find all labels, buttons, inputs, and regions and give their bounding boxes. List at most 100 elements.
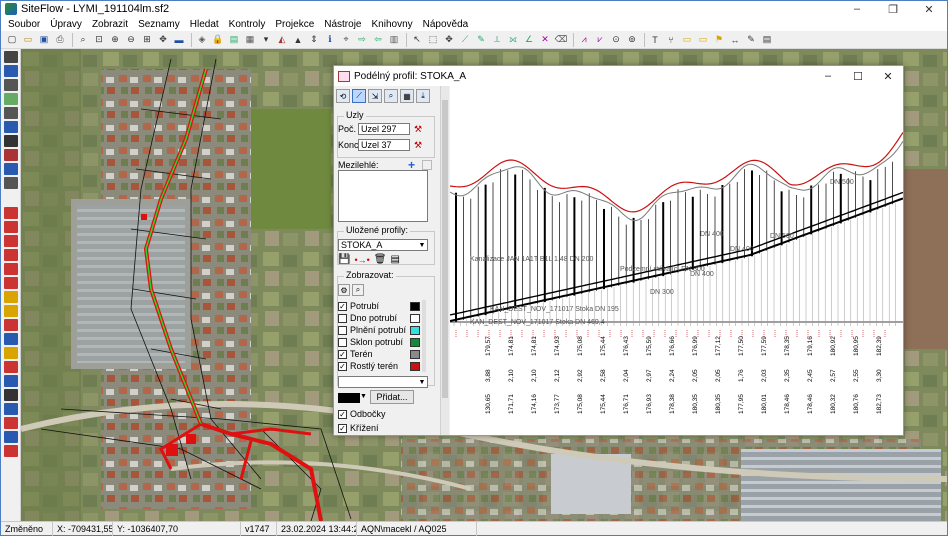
left-tool-10-icon[interactable] xyxy=(4,177,18,189)
left-tool-2-icon[interactable] xyxy=(4,65,18,77)
profile-view[interactable]: Kanalizace JAN 1A1T B1L 1.48 DN 200 Podze… xyxy=(450,86,903,435)
left-tool-22-icon[interactable] xyxy=(4,361,18,373)
left-tool-4-icon[interactable] xyxy=(4,93,18,105)
layer-icon[interactable]: ◈ xyxy=(195,33,209,47)
dialog-maximize-button[interactable]: ☐ xyxy=(843,66,873,86)
layer-list-scrollbar[interactable] xyxy=(422,300,426,372)
flag-icon[interactable]: ⚑ xyxy=(712,33,726,47)
zoom-out-icon[interactable]: ⊖ xyxy=(124,33,138,47)
menu-hledat[interactable]: Hledat xyxy=(185,19,224,30)
layer-color-swatch[interactable] xyxy=(410,313,420,323)
left-tool-3-icon[interactable] xyxy=(4,79,18,91)
minimize-button[interactable]: – xyxy=(839,1,875,17)
menu-projekce[interactable]: Projekce xyxy=(270,19,319,30)
left-tool-25-icon[interactable] xyxy=(4,403,18,415)
intermediate-nodes-list[interactable] xyxy=(338,170,428,222)
save-icon[interactable]: ▣ xyxy=(37,33,51,47)
left-tool-8-icon[interactable] xyxy=(4,149,18,161)
select-icon[interactable]: ↖ xyxy=(410,33,424,47)
layer-type-select[interactable]: ▼ xyxy=(338,376,428,388)
pipe-angle-icon[interactable]: ∠ xyxy=(522,33,536,47)
pan-icon[interactable]: ✥ xyxy=(156,33,170,47)
select-rect-icon[interactable]: ⬚ xyxy=(426,33,440,47)
left-tool-7-icon[interactable] xyxy=(4,135,18,147)
open-folder-icon[interactable]: ▭ xyxy=(21,33,35,47)
layer-checkbox[interactable] xyxy=(338,337,347,347)
left-tool-20-icon[interactable] xyxy=(4,333,18,345)
info-icon[interactable]: ℹ xyxy=(323,33,337,47)
display-pick-icon[interactable]: ⚙ xyxy=(338,284,350,296)
layer-color-swatch[interactable] xyxy=(410,325,420,335)
move-icon[interactable]: ✥ xyxy=(442,33,456,47)
left-tool-26-icon[interactable] xyxy=(4,417,18,429)
profile-zoom-icon[interactable]: ⌕ xyxy=(384,89,398,103)
label-edit-icon[interactable]: ▭ xyxy=(696,33,710,47)
close-button[interactable]: ✕ xyxy=(911,1,947,17)
dialog-minimize-button[interactable]: – xyxy=(813,66,843,86)
print-setup-icon[interactable]: ▥ xyxy=(387,33,401,47)
left-tool-23-icon[interactable] xyxy=(4,375,18,387)
zoom-in-icon[interactable]: ⊕ xyxy=(108,33,122,47)
profile-pipe-icon[interactable]: ⟋ xyxy=(352,89,366,103)
profile-list-icon[interactable]: ▤ xyxy=(390,254,399,265)
saved-profile-select[interactable]: STOKA_A ▼ xyxy=(338,239,428,251)
left-tool-19-icon[interactable] xyxy=(4,319,18,331)
export-icon[interactable]: ⇨ xyxy=(355,33,369,47)
color-chevron-icon[interactable]: ▼ xyxy=(360,393,367,400)
cross-icon[interactable]: ✕ xyxy=(538,33,552,47)
layer-color-swatch[interactable] xyxy=(410,349,420,359)
profile-select-icon[interactable]: ⇲ xyxy=(368,89,382,103)
layer-checkbox[interactable]: ✓ xyxy=(338,301,347,311)
dialog-title-bar[interactable]: Podélný profil: STOKA_A – ☐ ✕ xyxy=(334,66,903,86)
layer-color-swatch[interactable] xyxy=(410,301,420,311)
dim-icon[interactable]: ↔ xyxy=(728,33,742,47)
zoom-window-icon[interactable]: ⊡ xyxy=(92,33,106,47)
left-tool-17-icon[interactable] xyxy=(4,291,18,303)
layer-checkbox[interactable]: ✓ xyxy=(338,349,347,359)
dropdown-icon[interactable]: ▾ xyxy=(259,33,273,47)
new-file-icon[interactable]: ▢ xyxy=(5,33,19,47)
menu-napoveda[interactable]: Nápověda xyxy=(418,19,474,30)
profile-edit-icon[interactable]: ⩗ xyxy=(593,33,607,47)
pipe-edit-icon[interactable]: ✎ xyxy=(474,33,488,47)
left-tool-18-icon[interactable] xyxy=(4,305,18,317)
doc-icon[interactable]: ▤ xyxy=(760,33,774,47)
save-profile-icon[interactable]: 💾 xyxy=(338,254,350,265)
layer-checkbox[interactable] xyxy=(338,325,347,335)
left-tool-24-icon[interactable] xyxy=(4,389,18,401)
node-edit-icon[interactable]: ⊚ xyxy=(625,33,639,47)
table-icon[interactable]: ▦ xyxy=(243,33,257,47)
end-node-field[interactable]: Uzel 37 xyxy=(358,139,410,151)
branch-icon[interactable]: ⑂ xyxy=(664,33,678,47)
left-tool-12-icon[interactable] xyxy=(4,221,18,233)
menu-zobrazit[interactable]: Zobrazit xyxy=(87,19,133,30)
print-icon[interactable]: ⎙ xyxy=(53,33,67,47)
menu-upravy[interactable]: Úpravy xyxy=(45,19,87,30)
left-tool-9-icon[interactable] xyxy=(4,163,18,175)
menu-seznamy[interactable]: Seznamy xyxy=(133,19,185,30)
tag-icon[interactable]: ▤ xyxy=(227,33,241,47)
menu-knihovny[interactable]: Knihovny xyxy=(367,19,418,30)
ruler-icon[interactable]: ▬ xyxy=(172,33,186,47)
branches-checkbox[interactable]: ✓ xyxy=(338,409,347,419)
profile-canvas[interactable]: Kanalizace JAN 1A1T B1L 1.48 DN 200Podze… xyxy=(450,86,903,435)
delete-profile-icon[interactable]: 🗑 xyxy=(374,254,387,265)
left-tool-6-icon[interactable] xyxy=(4,121,18,133)
display-search-icon[interactable]: ⌕ xyxy=(352,284,364,296)
settings-scrollbar[interactable] xyxy=(440,86,449,435)
map-icon[interactable]: ◭ xyxy=(275,33,289,47)
pipe-join-icon[interactable]: ⟗ xyxy=(506,33,520,47)
menu-nastroje[interactable]: Nástroje xyxy=(319,19,366,30)
left-tool-1-icon[interactable] xyxy=(4,51,18,63)
zoom-icon[interactable]: ⌕ xyxy=(76,33,90,47)
profile-refresh-icon[interactable]: ⟲ xyxy=(336,89,350,103)
left-tool-5-icon[interactable] xyxy=(4,107,18,119)
dialog-close-button[interactable]: ✕ xyxy=(873,66,903,86)
left-tool-11-icon[interactable] xyxy=(4,207,18,219)
node-icon[interactable]: ⊙ xyxy=(609,33,623,47)
delete-icon[interactable]: ⌫ xyxy=(554,33,568,47)
layer-checkbox[interactable]: ✓ xyxy=(338,361,347,371)
pick-start-node-icon[interactable]: ⚒ xyxy=(412,123,424,135)
profile-export-icon[interactable]: ⤓ xyxy=(416,89,430,103)
menu-kontroly[interactable]: Kontroly xyxy=(224,19,271,30)
